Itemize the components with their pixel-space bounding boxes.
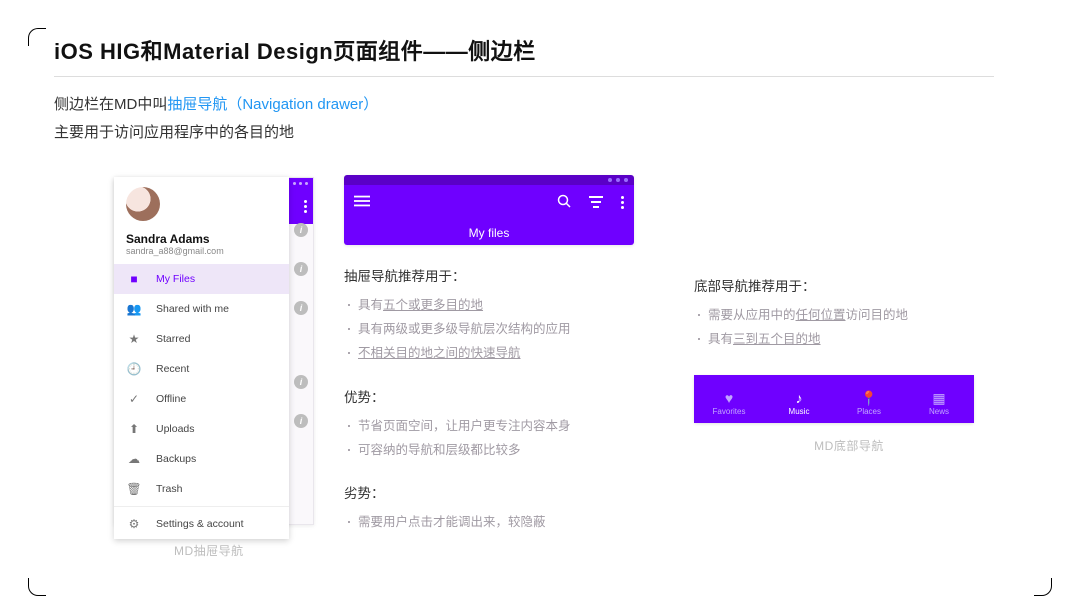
- user-name: Sandra Adams: [126, 232, 277, 246]
- info-icon: i: [294, 223, 308, 237]
- music-icon: ♪: [796, 391, 803, 405]
- bottom-nav-item-favorites[interactable]: ♥ Favorites: [694, 383, 764, 423]
- drawer-item-recent[interactable]: 🕘 Recent: [114, 354, 289, 384]
- navigation-drawer: Sandra Adams sandra_a88@gmail.com ■ My Fi…: [114, 177, 289, 539]
- drawer-item-starred[interactable]: ★ Starred: [114, 324, 289, 354]
- bottom-recommend: 底部导航推荐用于： 需要从应用中的任何位置访问目的地具有三到五个目的地: [694, 275, 1004, 352]
- drawer-recommend: 抽屉导航推荐用于： 具有五个或更多目的地具有两级或更多级导航层次结构的应用不相关…: [344, 265, 654, 366]
- info-icon: i: [294, 414, 308, 428]
- drawer-item-label: Backups: [156, 453, 196, 465]
- appbar-title: My files: [344, 221, 634, 245]
- drawer-item-label: Shared with me: [156, 303, 229, 315]
- offline-icon: ✓: [126, 392, 142, 406]
- bullet: 可容纳的导航和层级都比较多: [344, 438, 654, 462]
- drawer-item-uploads[interactable]: ⬆ Uploads: [114, 414, 289, 444]
- bullet: 具有三到五个目的地: [694, 327, 1004, 351]
- search-icon[interactable]: [557, 194, 571, 211]
- drawer-item-label: Recent: [156, 363, 189, 375]
- star-icon: ★: [126, 332, 142, 346]
- bullet: 节省页面空间，让用户更专注内容本身: [344, 414, 654, 438]
- drawer-mock: i i i i i Sandra Adams sandra_a88@gmail.…: [114, 177, 324, 525]
- drawer-item-label: Offline: [156, 393, 186, 405]
- cloud-icon: ☁: [126, 452, 142, 466]
- hamburger-icon[interactable]: [354, 194, 370, 212]
- info-icon: i: [294, 375, 308, 389]
- folder-icon: ■: [126, 272, 142, 286]
- avatar[interactable]: [126, 187, 160, 221]
- bottom-nav-mock: ♥ Favorites ♪ Music 📍 Places ▦ News: [694, 375, 974, 423]
- filter-icon[interactable]: [589, 195, 603, 211]
- bullet: 具有两级或更多级导航层次结构的应用: [344, 317, 654, 341]
- drawer-item-offline[interactable]: ✓ Offline: [114, 384, 289, 414]
- heart-icon: ♥: [725, 391, 733, 405]
- drawer-item-label: Settings & account: [156, 518, 244, 530]
- intro-text: 侧边栏在MD中叫抽屉导航（Navigation drawer） 主要用于访问应用…: [54, 91, 1026, 147]
- bottom-nav-label: Favorites: [713, 407, 746, 416]
- drawer-item-shared-with-me[interactable]: 👥 Shared with me: [114, 294, 289, 324]
- cons: 劣势： 需要用户点击才能调出来，较隐蔽: [344, 482, 654, 534]
- info-icon: i: [294, 301, 308, 315]
- drawer-item-settings-&-account[interactable]: ⚙ Settings & account: [114, 509, 289, 539]
- drawer-item-label: Uploads: [156, 423, 195, 435]
- divider: [54, 76, 994, 77]
- clock-icon: 🕘: [126, 362, 142, 376]
- drawer-item-label: Trash: [156, 483, 182, 495]
- pros: 优势： 节省页面空间，让用户更专注内容本身可容纳的导航和层级都比较多: [344, 386, 654, 463]
- bullet: 不相关目的地之间的快速导航: [344, 341, 654, 365]
- more-vert-icon[interactable]: [304, 200, 307, 213]
- gear-icon: ⚙: [126, 517, 142, 531]
- bottom-nav-label: Places: [857, 407, 881, 416]
- bullet: 具有五个或更多目的地: [344, 293, 654, 317]
- bullet: 需要用户点击才能调出来，较隐蔽: [344, 510, 654, 534]
- bottom-nav-label: Music: [789, 407, 810, 416]
- caption-drawer: MD抽屉导航: [174, 542, 244, 559]
- more-vert-icon[interactable]: [621, 196, 624, 209]
- drawer-item-label: Starred: [156, 333, 190, 345]
- user-email: sandra_a88@gmail.com: [126, 246, 277, 256]
- drawer-item-my-files[interactable]: ■ My Files: [114, 264, 289, 294]
- people-icon: 👥: [126, 302, 142, 316]
- drawer-item-label: My Files: [156, 273, 195, 285]
- drawer-item-backups[interactable]: ☁ Backups: [114, 444, 289, 474]
- appbar-mock: My files: [344, 175, 634, 245]
- bullet: 需要从应用中的任何位置访问目的地: [694, 303, 1004, 327]
- bottom-nav-item-music[interactable]: ♪ Music: [764, 383, 834, 423]
- place-icon: 📍: [860, 391, 877, 405]
- trash-icon: 🗑: [126, 482, 142, 496]
- info-icon: i: [294, 262, 308, 276]
- page-title: iOS HIG和Material Design页面组件——侧边栏: [54, 34, 1026, 66]
- news-icon: ▦: [932, 391, 945, 405]
- upload-icon: ⬆: [126, 422, 142, 436]
- bottom-nav-item-news[interactable]: ▦ News: [904, 383, 974, 423]
- bottom-nav-label: News: [929, 407, 949, 416]
- caption-bottom-nav: MD底部导航: [694, 437, 1004, 454]
- bottom-nav-item-places[interactable]: 📍 Places: [834, 383, 904, 423]
- drawer-item-trash[interactable]: 🗑 Trash: [114, 474, 289, 504]
